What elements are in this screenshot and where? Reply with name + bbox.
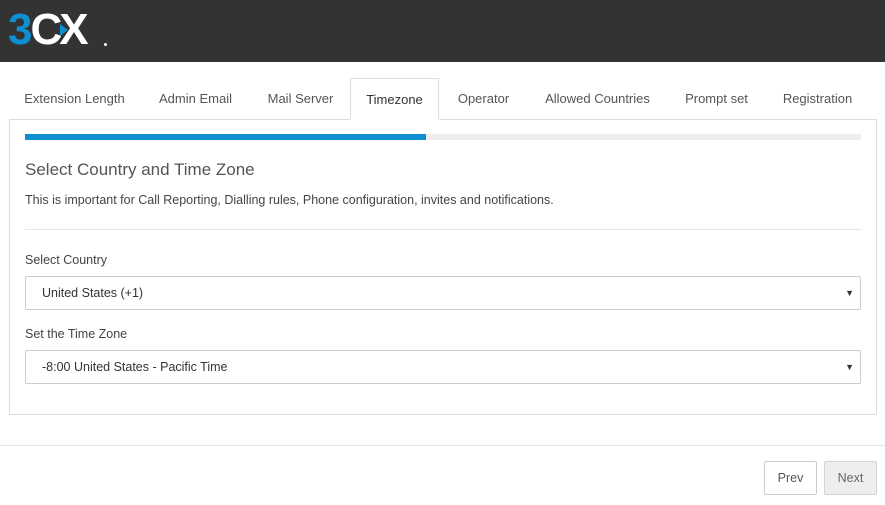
timezone-select-value: -8:00 United States - Pacific Time — [42, 360, 228, 374]
logo-triangle-icon — [60, 24, 68, 36]
progress-fill — [25, 134, 427, 140]
tab-registration[interactable]: Registration — [766, 78, 869, 120]
page-description: This is important for Call Reporting, Di… — [25, 193, 554, 207]
next-button[interactable]: Next — [824, 461, 877, 495]
wizard-tabs: Extension Length Admin Email Mail Server… — [9, 78, 877, 120]
tab-prompt-set[interactable]: Prompt set — [667, 78, 766, 120]
prev-button[interactable]: Prev — [764, 461, 817, 495]
timezone-label: Set the Time Zone — [25, 327, 128, 341]
3cx-logo: 3 CX — [8, 5, 107, 54]
page-title: Select Country and Time Zone — [25, 160, 255, 179]
top-header-bar: 3 CX — [0, 0, 885, 62]
footer-divider — [0, 445, 885, 446]
section-divider — [25, 229, 861, 230]
tab-allowed-countries[interactable]: Allowed Countries — [528, 78, 667, 120]
caret-down-icon: ▼ — [845, 362, 854, 372]
logo-dot-icon — [104, 43, 107, 46]
country-label: Select Country — [25, 253, 107, 267]
wizard-panel: Select Country and Time Zone This is imp… — [9, 119, 877, 415]
tab-extension-length[interactable]: Extension Length — [9, 78, 140, 120]
country-select-value: United States (+1) — [42, 286, 144, 300]
timezone-select[interactable]: -8:00 United States - Pacific Time ▼ — [25, 350, 861, 384]
logo-letters: CX — [30, 5, 88, 54]
tab-mail-server[interactable]: Mail Server — [251, 78, 350, 120]
country-select[interactable]: United States (+1) ▼ — [25, 276, 861, 310]
wizard-progress-bar — [25, 134, 861, 140]
logo-number: 3 — [8, 5, 33, 54]
tab-admin-email[interactable]: Admin Email — [140, 78, 251, 120]
tab-operator[interactable]: Operator — [439, 78, 528, 120]
caret-down-icon: ▼ — [845, 288, 854, 298]
tab-timezone[interactable]: Timezone — [350, 78, 439, 120]
